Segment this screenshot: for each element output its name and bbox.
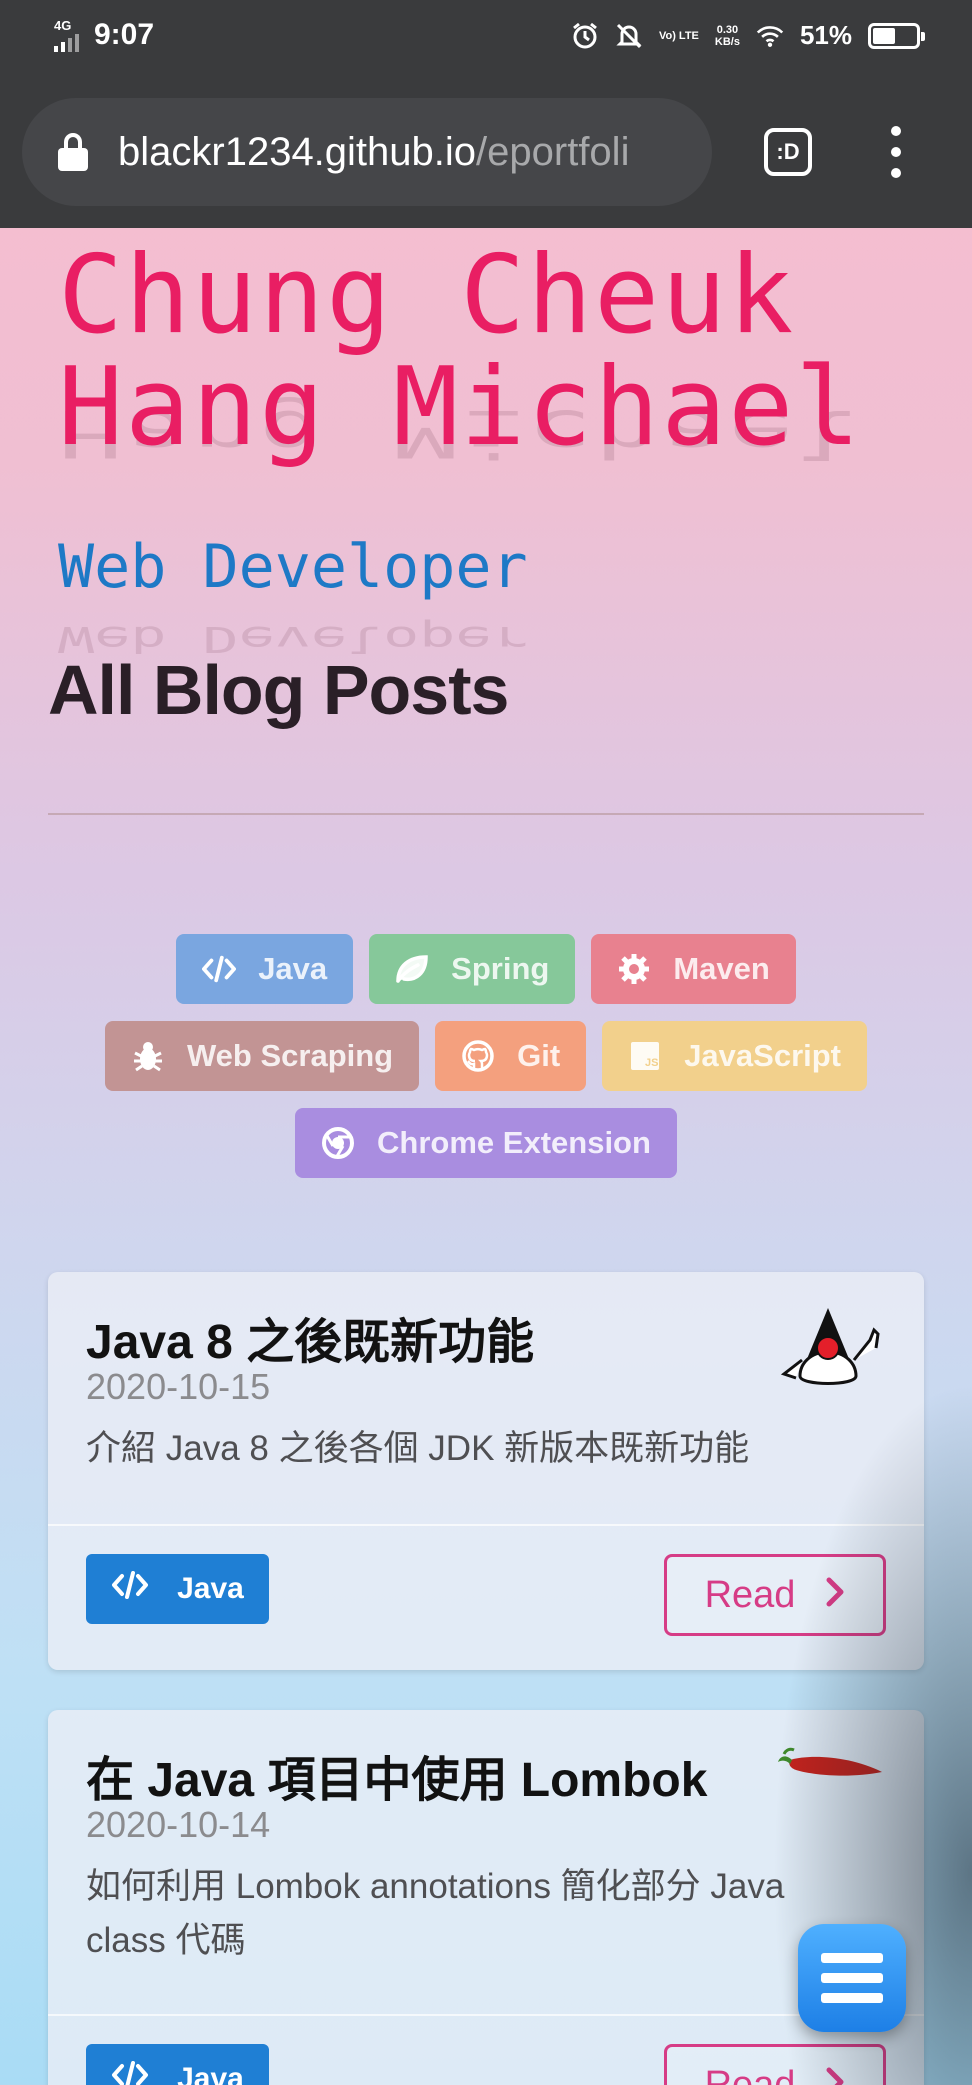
volte-indicator: Vo) LTE	[658, 29, 699, 42]
post-description: 介紹 Java 8 之後各個 JDK 新版本既新功能	[86, 1429, 750, 1468]
tag-git[interactable]: Git	[435, 1021, 587, 1091]
hero-name: Chung Cheuk Hang Michael	[58, 240, 958, 464]
browser-toolbar: blackr1234.github.io/eportfoli :D	[0, 76, 972, 228]
post-title: Java 8 之後既新功能	[86, 1316, 535, 1369]
code-icon	[202, 952, 237, 986]
network-speed: 0.30 KB/s	[715, 24, 740, 48]
url-domain: blackr1234.github.io	[118, 129, 477, 174]
post-date: 2020-10-14	[86, 1804, 271, 1845]
post-title: 在 Java 項目中使用 Lombok	[86, 1754, 708, 1807]
wifi-icon	[756, 22, 784, 50]
address-bar[interactable]: blackr1234.github.io/eportfoli	[22, 98, 712, 206]
tag-label: Spring	[451, 951, 550, 986]
chrome-icon	[321, 1126, 355, 1160]
status-bar: 4G 9:07 Vo) LTE 0.30 KB/s 51%	[0, 0, 972, 76]
bug-icon	[131, 1039, 165, 1073]
tag-label: Chrome Extension	[377, 1125, 651, 1160]
battery-percent: 51%	[799, 20, 852, 50]
blog-post-card[interactable]: Java 8 之後既新功能 2020-10-15 介紹 Java 8 之後各個 …	[48, 1272, 924, 1670]
tag-label: Git	[517, 1038, 561, 1073]
post-tag-java[interactable]: Java	[86, 1554, 269, 1624]
tag-spring[interactable]: Spring	[369, 934, 576, 1004]
chili-pepper-icon	[776, 1746, 886, 1791]
chevron-right-icon	[825, 1574, 845, 1617]
tag-chrome-extension[interactable]: Chrome Extension	[295, 1108, 677, 1178]
tag-javascript[interactable]: JS JavaScript	[602, 1021, 868, 1091]
tag-maven[interactable]: Maven	[591, 934, 796, 1004]
overflow-menu-icon[interactable]	[886, 126, 906, 178]
js-icon: JS	[628, 1039, 662, 1073]
post-date: 2020-10-15	[86, 1366, 271, 1407]
post-tag-java[interactable]: Java	[86, 2044, 269, 2085]
tag-row: Java Spring Maven	[60, 934, 912, 1004]
status-left: 4G 9:07	[52, 18, 154, 52]
network-type: 4G	[54, 18, 72, 33]
chevron-right-icon	[825, 2064, 845, 2085]
divider	[48, 813, 924, 815]
post-description: 如何利用 Lombok annotations 簡化部分 Java class …	[86, 1867, 785, 1960]
tag-java[interactable]: Java	[176, 934, 354, 1004]
read-label: Read	[704, 2063, 796, 2085]
tag-row: Web Scraping Git JS JavaScript	[60, 1021, 912, 1091]
tag-label: Java	[258, 951, 328, 986]
code-icon	[111, 1571, 149, 1607]
hero-name-line2: Hang Michael	[58, 345, 863, 470]
read-label: Read	[704, 1573, 796, 1616]
alarm-icon	[571, 22, 599, 50]
speed-value: 0.30	[716, 23, 739, 36]
tag-label: Web Scraping	[186, 1038, 394, 1073]
blog-post-card[interactable]: 在 Java 項目中使用 Lombok 2020-10-14 如何利用 Lomb…	[48, 1710, 924, 2085]
github-icon	[461, 1039, 495, 1073]
duke-mascot-icon	[778, 1304, 888, 1399]
post-tag-label: Java	[177, 2062, 244, 2085]
hero-role: Web Developer	[58, 532, 528, 602]
tag-filter: Java Spring Maven Web Scraping Git JS Ja…	[60, 934, 912, 1195]
tag-row: Chrome Extension	[60, 1108, 912, 1178]
signal-icon: 4G	[52, 18, 82, 52]
clock: 9:07	[94, 18, 155, 51]
code-icon	[111, 2061, 149, 2085]
svg-text:JS: JS	[645, 1057, 658, 1069]
page-title: All Blog Posts	[48, 651, 509, 729]
url-path: /eportfoli	[476, 129, 630, 174]
card-divider	[48, 2014, 924, 2016]
mute-icon	[615, 22, 643, 50]
speed-unit: KB/s	[714, 35, 740, 48]
tag-web-scraping[interactable]: Web Scraping	[104, 1021, 420, 1091]
hero-name-line1: Chung Cheuk	[58, 233, 796, 358]
tab-switcher-button[interactable]: :D	[764, 128, 812, 176]
hamburger-icon	[821, 1953, 883, 1963]
tag-label: Maven	[673, 951, 770, 986]
card-divider	[48, 1524, 924, 1526]
read-button[interactable]: Read	[664, 1554, 886, 1636]
post-tag-label: Java	[177, 1572, 244, 1605]
battery-icon	[868, 22, 925, 49]
leaf-icon	[395, 952, 429, 986]
menu-fab-button[interactable]	[798, 1924, 906, 2032]
gear-icon	[617, 952, 651, 986]
lock-icon	[58, 133, 88, 171]
read-button[interactable]: Read	[664, 2044, 886, 2085]
tag-label: JavaScript	[684, 1038, 842, 1073]
status-right: Vo) LTE 0.30 KB/s 51%	[571, 20, 925, 51]
